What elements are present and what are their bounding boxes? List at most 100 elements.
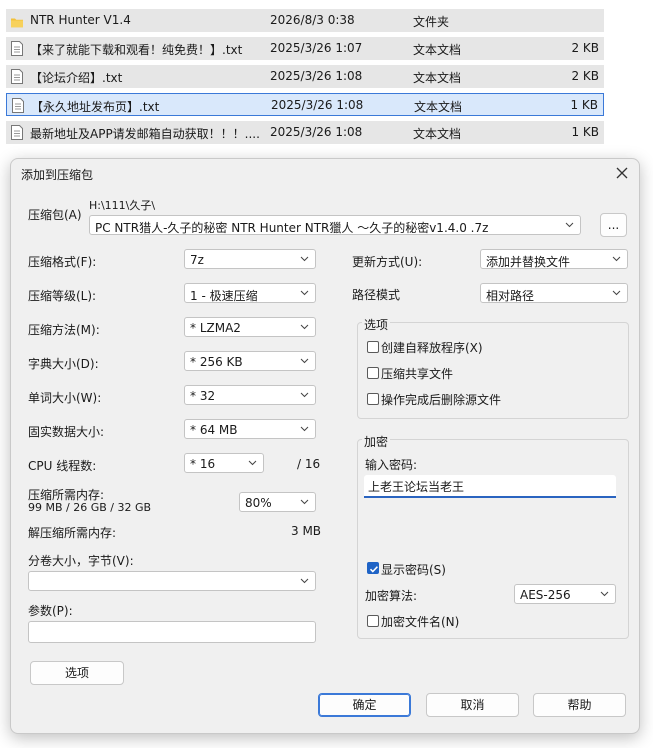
encrypt-group-title: 加密 <box>362 433 391 450</box>
add-to-archive-dialog: 添加到压缩包 压缩包(A) H:\111\久子\ PC NTR猎人-久子的秘密 … <box>10 158 640 734</box>
archive-name-combo[interactable]: PC NTR猎人-久子的秘密 NTR Hunter NTR獵人 ～久子的秘密v1… <box>89 215 581 235</box>
file-type: 文本文档 <box>413 71 462 85</box>
sfx-label: 创建自释放程序(X) <box>381 341 483 355</box>
format-value: 7z <box>190 253 204 267</box>
close-icon[interactable] <box>613 164 631 182</box>
file-row[interactable]: 【来了就能下载和观看！纯免费！】.txt 2025/3/26 1:07 文本文档… <box>6 37 604 60</box>
chevron-down-icon <box>612 256 621 262</box>
dict-select[interactable]: * 256 KB <box>184 351 316 371</box>
method-value: * LZMA2 <box>190 321 241 335</box>
text-file-icon <box>11 69 23 84</box>
ok-button[interactable]: 确定 <box>318 693 411 717</box>
chevron-down-icon <box>565 222 574 228</box>
browse-button[interactable]: ... <box>600 213 627 237</box>
password-label: 输入密码: <box>365 458 418 472</box>
format-label: 压缩格式(F): <box>28 255 97 269</box>
file-row[interactable]: 最新地址及APP请发邮箱自动获取！！！.... 2025/3/26 1:08 文… <box>6 121 604 144</box>
file-type: 文件夹 <box>413 15 450 29</box>
chevron-down-icon <box>300 426 309 432</box>
level-label: 压缩等级(L): <box>28 289 97 303</box>
encrypt-names-checkbox[interactable] <box>367 615 379 627</box>
text-file-icon <box>12 98 24 113</box>
cancel-button[interactable]: 取消 <box>426 693 519 717</box>
threads-label: CPU 线程数: <box>28 459 97 473</box>
dict-label: 字典大小(D): <box>28 357 99 371</box>
file-row-folder[interactable]: NTR Hunter V1.4 2026/8/3 0:38 文件夹 <box>6 9 604 32</box>
file-date: 2026/8/3 0:38 <box>270 13 355 27</box>
method-select[interactable]: * LZMA2 <box>184 317 316 337</box>
archive-name-value: PC NTR猎人-久子的秘密 NTR Hunter NTR獵人 ～久子的秘密v1… <box>95 221 489 235</box>
word-select[interactable]: * 32 <box>184 385 316 405</box>
file-list: NTR Hunter V1.4 2026/8/3 0:38 文件夹 【来了就能下… <box>0 0 653 150</box>
show-password-checkbox[interactable] <box>367 562 379 574</box>
chevron-down-icon <box>300 499 309 505</box>
dict-value: * 256 KB <box>190 355 243 369</box>
file-date: 2025/3/26 1:08 <box>270 125 363 139</box>
update-select[interactable]: 添加并替换文件 <box>480 249 628 269</box>
threads-select[interactable]: * 16 <box>184 453 264 473</box>
file-type: 文本文档 <box>413 127 462 141</box>
chevron-down-icon <box>300 578 309 584</box>
level-select[interactable]: 1 - 极速压缩 <box>184 283 316 303</box>
enc-method-select[interactable]: AES-256 <box>514 584 616 604</box>
show-password-label: 显示密码(S) <box>381 563 446 577</box>
delete-checkbox[interactable] <box>367 393 379 405</box>
memory-percent-select[interactable]: 80% <box>239 492 316 512</box>
memory-percent-value: 80% <box>245 496 272 510</box>
file-date: 2025/3/26 1:08 <box>271 98 364 112</box>
file-size: 2 KB <box>571 69 599 83</box>
chevron-down-icon <box>300 358 309 364</box>
sfx-checkbox[interactable] <box>367 341 379 353</box>
params-input[interactable] <box>28 621 316 643</box>
chevron-down-icon <box>300 256 309 262</box>
chevron-down-icon <box>248 460 257 466</box>
decomp-memory-value: 3 MB <box>291 524 322 538</box>
password-input[interactable]: 上老王论坛当老王 <box>364 475 616 498</box>
shared-checkbox[interactable] <box>367 367 379 379</box>
update-label: 更新方式(U): <box>352 255 423 269</box>
file-date: 2025/3/26 1:08 <box>270 69 363 83</box>
pathmode-select[interactable]: 相对路径 <box>480 283 628 303</box>
chevron-down-icon <box>300 392 309 398</box>
file-type: 文本文档 <box>413 43 462 57</box>
solid-select[interactable]: * 64 MB <box>184 419 316 439</box>
options-button[interactable]: 选项 <box>30 661 124 685</box>
password-value: 上老王论坛当老王 <box>368 480 465 494</box>
encrypt-names-label: 加密文件名(N) <box>381 615 460 629</box>
enc-method-value: AES-256 <box>520 588 571 602</box>
file-name: 【来了就能下载和观看！纯免费！】.txt <box>30 43 243 57</box>
solid-label: 固实数据大小: <box>28 425 105 439</box>
file-date: 2025/3/26 1:07 <box>270 41 363 55</box>
solid-value: * 64 MB <box>190 423 238 437</box>
threads-value: * 16 <box>190 457 216 471</box>
file-name: 【永久地址发布页】.txt <box>31 100 160 114</box>
options-group-title: 选项 <box>362 316 391 333</box>
folder-icon <box>11 18 23 28</box>
shared-label: 压缩共享文件 <box>381 367 454 381</box>
file-size: 2 KB <box>571 41 599 55</box>
file-row-selected[interactable]: 【永久地址发布页】.txt 2025/3/26 1:08 文本文档 1 KB <box>6 93 604 116</box>
file-name: 【论坛介绍】.txt <box>30 71 123 85</box>
file-name: NTR Hunter V1.4 <box>30 13 131 27</box>
delete-label: 操作完成后删除源文件 <box>381 393 502 407</box>
dialog-title: 添加到压缩包 <box>21 168 94 182</box>
help-button[interactable]: 帮助 <box>533 693 626 717</box>
volume-label: 分卷大小，字节(V): <box>28 554 134 568</box>
file-type: 文本文档 <box>414 100 463 114</box>
file-size: 1 KB <box>570 98 598 112</box>
word-value: * 32 <box>190 389 216 403</box>
checkmark-icon <box>369 566 378 573</box>
update-value: 添加并替换文件 <box>486 255 571 269</box>
format-select[interactable]: 7z <box>184 249 316 269</box>
file-row[interactable]: 【论坛介绍】.txt 2025/3/26 1:08 文本文档 2 KB <box>6 65 604 88</box>
archive-label: 压缩包(A) <box>28 208 82 222</box>
threads-max: / 16 <box>297 457 321 471</box>
file-size: 1 KB <box>571 125 599 139</box>
word-label: 单词大小(W): <box>28 391 102 405</box>
text-file-icon <box>11 41 23 56</box>
chevron-down-icon <box>612 290 621 296</box>
volume-select[interactable] <box>28 571 316 591</box>
decomp-memory-label: 解压缩所需内存: <box>28 526 117 540</box>
enc-method-label: 加密算法: <box>365 589 418 603</box>
file-name: 最新地址及APP请发邮箱自动获取！！！.... <box>30 127 260 141</box>
